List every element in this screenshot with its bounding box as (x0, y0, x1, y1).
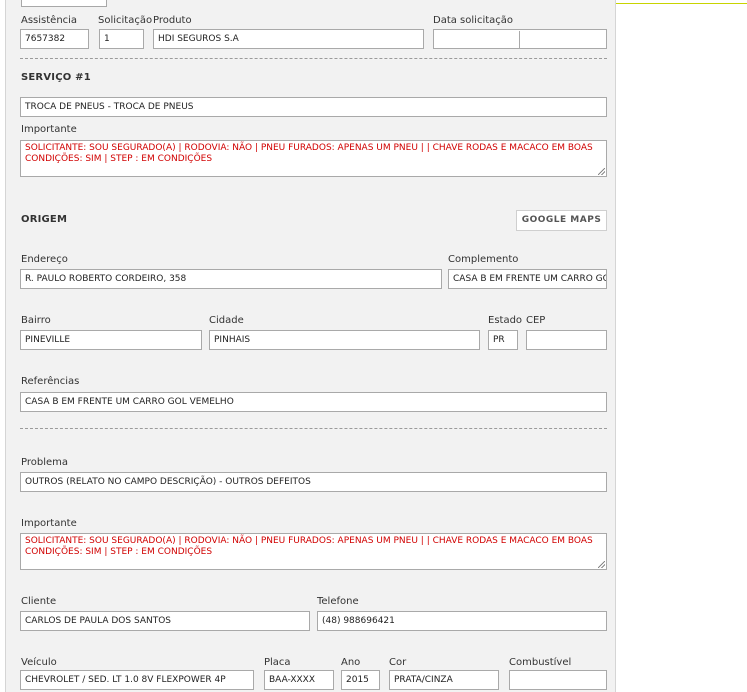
ano-field[interactable]: 2015 (341, 670, 380, 690)
cliente-field[interactable]: CARLOS DE PAULA DOS SANTOS (20, 611, 310, 631)
date-time-divider (519, 31, 520, 48)
importante-label: Importante (21, 124, 77, 135)
referencias-label: Referências (21, 376, 80, 387)
referencias-field[interactable]: CASA B EM FRENTE UM CARRO GOL VEMELHO (20, 392, 607, 412)
importante-text: SOLICITANTE: SOU SEGURADO(A) | RODOVIA: … (25, 143, 593, 164)
google-maps-button[interactable]: GOOGLE MAPS (516, 210, 607, 231)
importante-label-2: Importante (21, 518, 77, 529)
cor-label: Cor (389, 657, 407, 668)
combustivel-field[interactable] (509, 670, 607, 690)
complemento-label: Complemento (448, 254, 519, 265)
resize-grip-icon[interactable] (598, 561, 605, 568)
complemento-field[interactable]: CASA B EM FRENTE UM CARRO GOL VELHO (448, 269, 607, 289)
produto-field[interactable]: HDI SEGUROS S.A (153, 29, 424, 49)
bairro-field[interactable]: PINEVILLE (20, 330, 202, 350)
telefone-field[interactable]: (48) 988696421 (317, 611, 607, 631)
importante-textarea-2[interactable]: SOLICITANTE: SOU SEGURADO(A) | RODOVIA: … (20, 533, 607, 570)
problema-field[interactable]: OUTROS (RELATO NO CAMPO DESCRIÇÃO) - OUT… (20, 472, 607, 492)
origem-section-title: ORIGEM (21, 214, 68, 225)
importante-textarea[interactable]: SOLICITANTE: SOU SEGURADO(A) | RODOVIA: … (20, 140, 607, 177)
importante-text-2: SOLICITANTE: SOU SEGURADO(A) | RODOVIA: … (25, 536, 593, 557)
veiculo-label: Veículo (21, 657, 57, 668)
placa-label: Placa (264, 657, 291, 668)
servico-field[interactable]: TROCA DE PNEUS - TROCA DE PNEUS (20, 97, 607, 117)
data-solicitacao-label: Data solicitação (433, 15, 514, 26)
placa-field[interactable]: BAA-XXXX (264, 670, 334, 690)
cor-field[interactable]: PRATA/CINZA (389, 670, 499, 690)
top-stub-field (21, 0, 107, 7)
solicitacao-field[interactable]: 1 (99, 29, 144, 49)
estado-label: Estado (488, 315, 523, 326)
solicitacao-label: Solicitação (98, 15, 153, 26)
section-divider (20, 58, 607, 59)
servico-section-title: SERVIÇO #1 (21, 72, 91, 83)
endereco-label: Endereço (21, 254, 68, 265)
produto-label: Produto (153, 15, 192, 26)
cep-label: CEP (526, 315, 546, 326)
data-solicitacao-field[interactable] (433, 29, 607, 49)
estado-field[interactable]: PR (488, 330, 518, 350)
veiculo-field[interactable]: CHEVROLET / SED. LT 1.0 8V FLEXPOWER 4P (20, 670, 254, 690)
resize-grip-icon[interactable] (598, 168, 605, 175)
section-divider (20, 428, 607, 429)
cep-field[interactable] (526, 330, 607, 350)
combustivel-label: Combustível (509, 657, 572, 668)
cidade-field[interactable]: PINHAIS (209, 330, 480, 350)
endereco-field[interactable]: R. PAULO ROBERTO CORDEIRO, 358 (20, 269, 442, 289)
telefone-label: Telefone (317, 596, 359, 607)
cliente-label: Cliente (21, 596, 57, 607)
cidade-label: Cidade (209, 315, 244, 326)
bairro-label: Bairro (21, 315, 51, 326)
problema-label: Problema (21, 457, 69, 468)
assistencia-label: Assistência (21, 15, 78, 26)
top-accent-line (615, 3, 747, 4)
ano-label: Ano (341, 657, 361, 668)
assistencia-field[interactable]: 7657382 (20, 29, 89, 49)
